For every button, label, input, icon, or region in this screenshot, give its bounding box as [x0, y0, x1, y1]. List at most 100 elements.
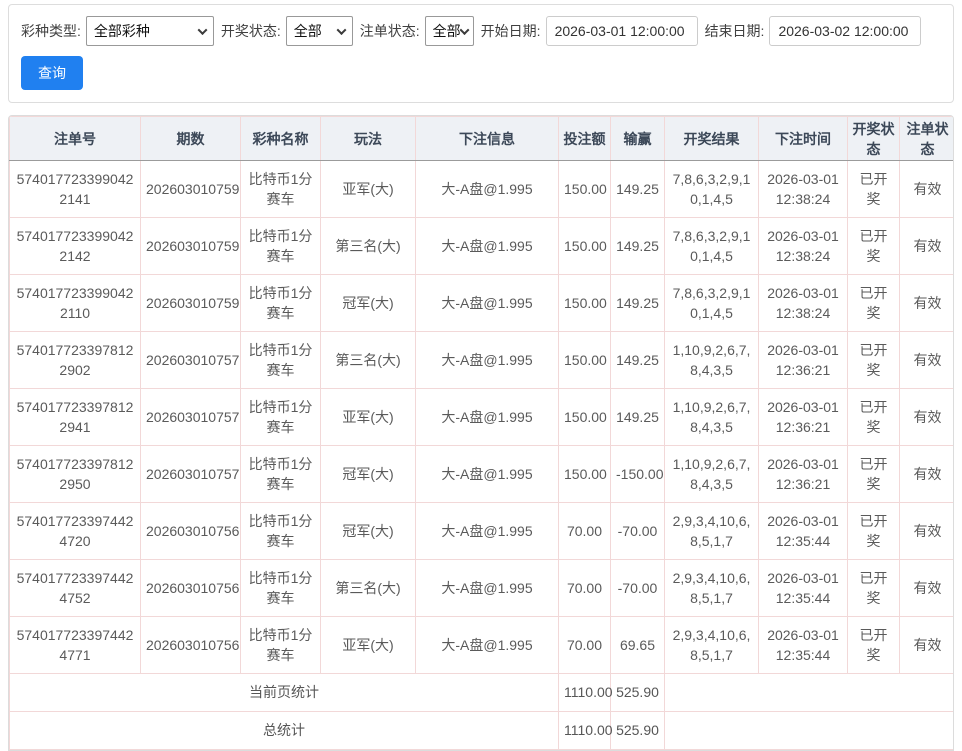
summary-bet-total: 1110.00 — [558, 711, 613, 750]
summary-bet-total: 1110.00 — [558, 673, 613, 712]
cell-win-loss: -70.00 — [610, 502, 665, 560]
cell-play-type: 第三名(大) — [320, 331, 416, 389]
cell-period: 202603010759 — [140, 274, 241, 332]
column-header: 开奖结果 — [664, 116, 759, 161]
column-header: 注单状态 — [899, 116, 953, 161]
cell-period: 202603010756 — [140, 616, 241, 674]
cell-draw-result: 2,9,3,4,10,6,8,5,1,7 — [664, 502, 759, 560]
bet-records-table: 注单号 期数 彩种名称 玩法 下注信息 投注额 输赢 开奖结果 下注时间 开奖状态 注单状态 574… — [9, 116, 953, 750]
filter-panel: 彩种类型: 全部彩种 开奖状态: 全部 注单状态: 全部 开始日期: 结 — [8, 4, 954, 103]
cell-period: 202603010757 — [140, 388, 241, 446]
cell-bet-time: 2026-03-01 12:35:44 — [758, 559, 848, 617]
lottery-type-select[interactable]: 全部彩种 — [85, 16, 214, 46]
cell-draw-result: 7,8,6,3,2,9,10,1,4,5 — [664, 217, 759, 275]
query-button[interactable]: 查询 — [21, 56, 83, 90]
cell-order-status: 有效 — [899, 217, 953, 275]
cell-order-id: 5740177233978122902 — [9, 331, 141, 389]
cell-lottery-name: 比特币1分赛车 — [240, 217, 321, 275]
lottery-type-label: 彩种类型: — [21, 23, 81, 39]
cell-order-status: 有效 — [899, 616, 953, 674]
column-header: 开奖状态 — [847, 116, 900, 161]
cell-order-status: 有效 — [899, 559, 953, 617]
cell-draw-status: 已开奖 — [847, 388, 900, 446]
bet-records-table-container: 注单号 期数 彩种名称 玩法 下注信息 投注额 输赢 开奖结果 下注时间 开奖状态 注单状态 574… — [8, 115, 954, 751]
column-header: 期数 — [140, 116, 241, 161]
cell-draw-result: 7,8,6,3,2,9,10,1,4,5 — [664, 160, 759, 218]
cell-order-status: 有效 — [899, 160, 953, 218]
start-date-label: 开始日期: — [480, 23, 541, 39]
lottery-type-value: 全部彩种 — [93, 23, 150, 39]
summary-row: 总统计 1110.00 525.90 — [9, 711, 953, 750]
start-date-input[interactable] — [545, 16, 698, 46]
cell-bet-time: 2026-03-01 12:38:24 — [758, 217, 848, 275]
header-row: 注单号 期数 彩种名称 玩法 下注信息 投注额 输赢 开奖结果 下注时间 开奖状态 注单状态 — [9, 116, 953, 161]
cell-draw-status: 已开奖 — [847, 160, 900, 218]
cell-lottery-name: 比特币1分赛车 — [240, 445, 321, 503]
filter-group-end-date: 结束日期: — [705, 16, 922, 46]
cell-bet-info: 大-A盘@1.995 — [415, 331, 559, 389]
draw-status-label: 开奖状态: — [220, 23, 281, 39]
cell-play-type: 冠军(大) — [320, 274, 416, 332]
cell-draw-result: 2,9,3,4,10,6,8,5,1,7 — [664, 559, 759, 617]
cell-lottery-name: 比特币1分赛车 — [240, 502, 321, 560]
cell-draw-result: 1,10,9,2,6,7,8,4,3,5 — [664, 331, 759, 389]
table-row: 5740177233974424771 202603010756 比特币1分赛车 亚军… — [9, 616, 953, 674]
chevron-down-icon — [197, 24, 208, 35]
order-status-select[interactable]: 全部 — [424, 16, 474, 46]
cell-bet-info: 大-A盘@1.995 — [415, 274, 559, 332]
cell-draw-status: 已开奖 — [847, 445, 900, 503]
cell-bet-amount: 70.00 — [558, 616, 611, 674]
cell-bet-time: 2026-03-01 12:36:21 — [758, 445, 848, 503]
cell-win-loss: -70.00 — [610, 559, 665, 617]
cell-draw-result: 2,9,3,4,10,6,8,5,1,7 — [664, 616, 759, 674]
end-date-input[interactable] — [769, 16, 922, 46]
table-row: 5740177233978122950 202603010757 比特币1分赛车 冠军… — [9, 445, 953, 503]
cell-draw-result: 7,8,6,3,2,9,10,1,4,5 — [664, 274, 759, 332]
cell-bet-time: 2026-03-01 12:35:44 — [758, 616, 848, 674]
cell-order-id: 5740177233990422110 — [9, 274, 141, 332]
cell-order-id: 5740177233974424720 — [9, 502, 141, 560]
summary-label: 当前页统计 — [9, 673, 559, 712]
cell-lottery-name: 比特币1分赛车 — [240, 388, 321, 446]
column-header: 彩种名称 — [240, 116, 321, 161]
column-header: 注单号 — [9, 116, 141, 161]
cell-order-id: 5740177233974424752 — [9, 559, 141, 617]
cell-order-id: 5740177233990422142 — [9, 217, 141, 275]
cell-bet-info: 大-A盘@1.995 — [415, 616, 559, 674]
cell-play-type: 亚军(大) — [320, 616, 416, 674]
cell-order-id: 5740177233990422141 — [9, 160, 141, 218]
cell-bet-info: 大-A盘@1.995 — [415, 445, 559, 503]
summary-row: 当前页统计 1110.00 525.90 — [9, 673, 953, 712]
chevron-down-icon — [336, 24, 347, 35]
cell-lottery-name: 比特币1分赛车 — [240, 160, 321, 218]
cell-order-status: 有效 — [899, 331, 953, 389]
table-row: 5740177233990422110 202603010759 比特币1分赛车 冠军… — [9, 274, 953, 332]
cell-bet-info: 大-A盘@1.995 — [415, 388, 559, 446]
summary-winloss-total: 525.90 — [610, 673, 665, 712]
cell-period: 202603010757 — [140, 331, 241, 389]
cell-bet-amount: 150.00 — [558, 274, 611, 332]
cell-lottery-name: 比特币1分赛车 — [240, 559, 321, 617]
cell-draw-status: 已开奖 — [847, 331, 900, 389]
cell-win-loss: 149.25 — [610, 331, 665, 389]
cell-bet-amount: 150.00 — [558, 160, 611, 218]
cell-win-loss: -150.00 — [610, 445, 665, 503]
filter-group-start-date: 开始日期: — [481, 16, 698, 46]
cell-lottery-name: 比特币1分赛车 — [240, 616, 321, 674]
cell-play-type: 第三名(大) — [320, 559, 416, 617]
draw-status-select[interactable]: 全部 — [285, 16, 353, 46]
table-row: 5740177233978122941 202603010757 比特币1分赛车 亚军… — [9, 388, 953, 446]
cell-win-loss: 149.25 — [610, 274, 665, 332]
filter-group-lottery-type: 彩种类型: 全部彩种 — [21, 16, 214, 46]
cell-period: 202603010756 — [140, 559, 241, 617]
cell-win-loss: 149.25 — [610, 160, 665, 218]
summary-winloss-total: 525.90 — [610, 711, 665, 750]
cell-period: 202603010759 — [140, 217, 241, 275]
cell-period: 202603010757 — [140, 445, 241, 503]
cell-draw-status: 已开奖 — [847, 559, 900, 617]
column-header: 下注时间 — [758, 116, 848, 161]
table-row: 5740177233974424720 202603010756 比特币1分赛车 冠军… — [9, 502, 953, 560]
cell-bet-info: 大-A盘@1.995 — [415, 160, 559, 218]
cell-period: 202603010756 — [140, 502, 241, 560]
column-header: 玩法 — [320, 116, 416, 161]
